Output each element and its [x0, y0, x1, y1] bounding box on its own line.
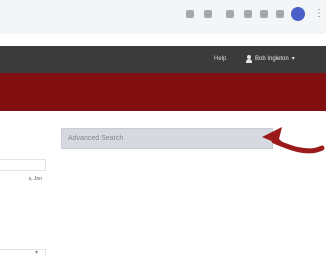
printer-icon[interactable]	[244, 10, 252, 18]
user-menu[interactable]: Bob Ingleton ▾	[246, 54, 295, 64]
advanced-search-label: Advanced Search	[68, 135, 124, 142]
tab-icon[interactable]	[276, 10, 284, 18]
pin-icon[interactable]	[226, 10, 234, 18]
brand-banner	[0, 73, 326, 111]
chat-icon[interactable]	[260, 10, 268, 18]
filter-input[interactable]	[0, 159, 46, 171]
chevron-down-icon: ▾	[291, 56, 295, 62]
help-link[interactable]: Help	[214, 54, 226, 64]
user-name: Bob Ingleton	[255, 56, 289, 62]
user-icon	[246, 55, 252, 63]
profile-avatar-icon[interactable]	[291, 7, 305, 21]
bookmark-icon[interactable]	[186, 10, 194, 18]
browser-menu-icon[interactable]: ⋮	[314, 7, 324, 21]
page: ⋮ Help Bob Ingleton ▾ Advanced Search s,…	[0, 0, 326, 256]
browser-toolbar: ⋮	[0, 0, 326, 34]
app-header: Help Bob Ingleton ▾	[0, 46, 326, 73]
field-note: s, Jon	[28, 176, 42, 182]
extension-icon[interactable]	[204, 10, 212, 18]
chevron-down-icon: ▾	[35, 250, 39, 256]
advanced-search-bar[interactable]: Advanced Search	[61, 128, 273, 149]
annotation-arrow-icon	[262, 127, 325, 154]
